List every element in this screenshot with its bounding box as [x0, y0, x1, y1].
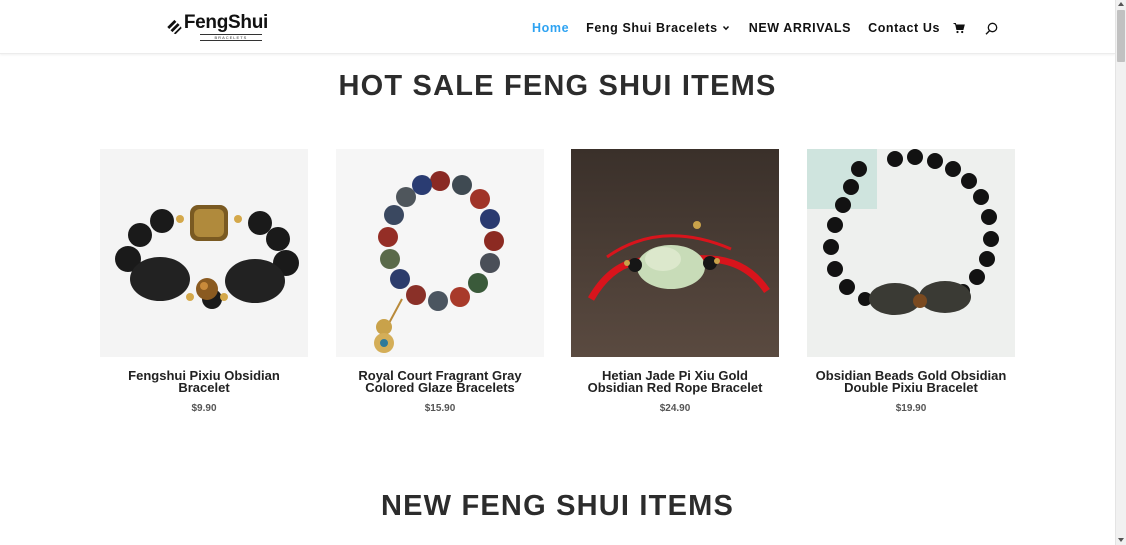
logo-name: FengShui — [183, 11, 268, 33]
nav-feng-shui-bracelets[interactable]: Feng Shui Bracelets — [586, 21, 730, 35]
hot-sale-heading: HOT SALE FENG SHUI ITEMS — [338, 70, 777, 102]
product-card[interactable]: Fengshui Pixiu Obsidian Bracelet $9.90 — [100, 149, 308, 414]
product-image-double-pixiu-bracelet[interactable] — [807, 149, 1015, 357]
scroll-thumb[interactable] — [1117, 10, 1125, 62]
chevron-down-icon — [722, 25, 729, 31]
nav-contact-us[interactable]: Contact Us — [868, 21, 940, 35]
product-card[interactable]: Hetian Jade Pi Xiu Gold Obsidian Red Rop… — [571, 149, 779, 414]
site-header: FengShui BRACELETS Home Feng Shui Bracel… — [0, 0, 1115, 54]
product-title[interactable]: Hetian Jade Pi Xiu Gold Obsidian Red Rop… — [571, 369, 779, 394]
page-scrollbar[interactable] — [1115, 0, 1126, 545]
product-title[interactable]: Royal Court Fragrant Gray Colored Glaze … — [336, 369, 544, 394]
main-nav: Home Feng Shui Bracelets NEW ARRIVALS Co… — [532, 20, 998, 36]
product-title[interactable]: Fengshui Pixiu Obsidian Bracelet — [100, 369, 308, 394]
product-price: $9.90 — [191, 403, 217, 414]
product-image-jade-pixiu-red-rope-bracelet[interactable] — [571, 149, 779, 357]
product-card[interactable]: Royal Court Fragrant Gray Colored Glaze … — [336, 149, 544, 414]
cart-icon[interactable] — [953, 22, 965, 34]
scroll-down-arrow-icon[interactable] — [1118, 538, 1124, 542]
product-image-obsidian-pixiu-bracelet[interactable] — [100, 149, 308, 357]
product-card[interactable]: Obsidian Beads Gold Obsidian Double Pixi… — [807, 149, 1015, 414]
scroll-up-arrow-icon[interactable] — [1118, 2, 1124, 6]
logo-subtitle: BRACELETS — [199, 33, 262, 41]
product-price: $24.90 — [659, 403, 691, 414]
product-image-colored-glaze-bracelet[interactable] — [336, 149, 544, 357]
product-price: $15.90 — [424, 403, 456, 414]
product-title[interactable]: Obsidian Beads Gold Obsidian Double Pixi… — [807, 369, 1015, 394]
nav-new-arrivals[interactable]: NEW ARRIVALS — [749, 21, 851, 35]
product-price: $19.90 — [895, 403, 927, 414]
new-items-heading: NEW FENG SHUI ITEMS — [380, 490, 735, 522]
nav-feng-shui-bracelets-label: Feng Shui Bracelets — [586, 21, 718, 35]
search-icon[interactable] — [985, 22, 998, 35]
nav-home[interactable]: Home — [532, 21, 569, 35]
logo-mark-icon — [167, 19, 182, 35]
site-logo[interactable]: FengShui BRACELETS — [166, 13, 268, 41]
